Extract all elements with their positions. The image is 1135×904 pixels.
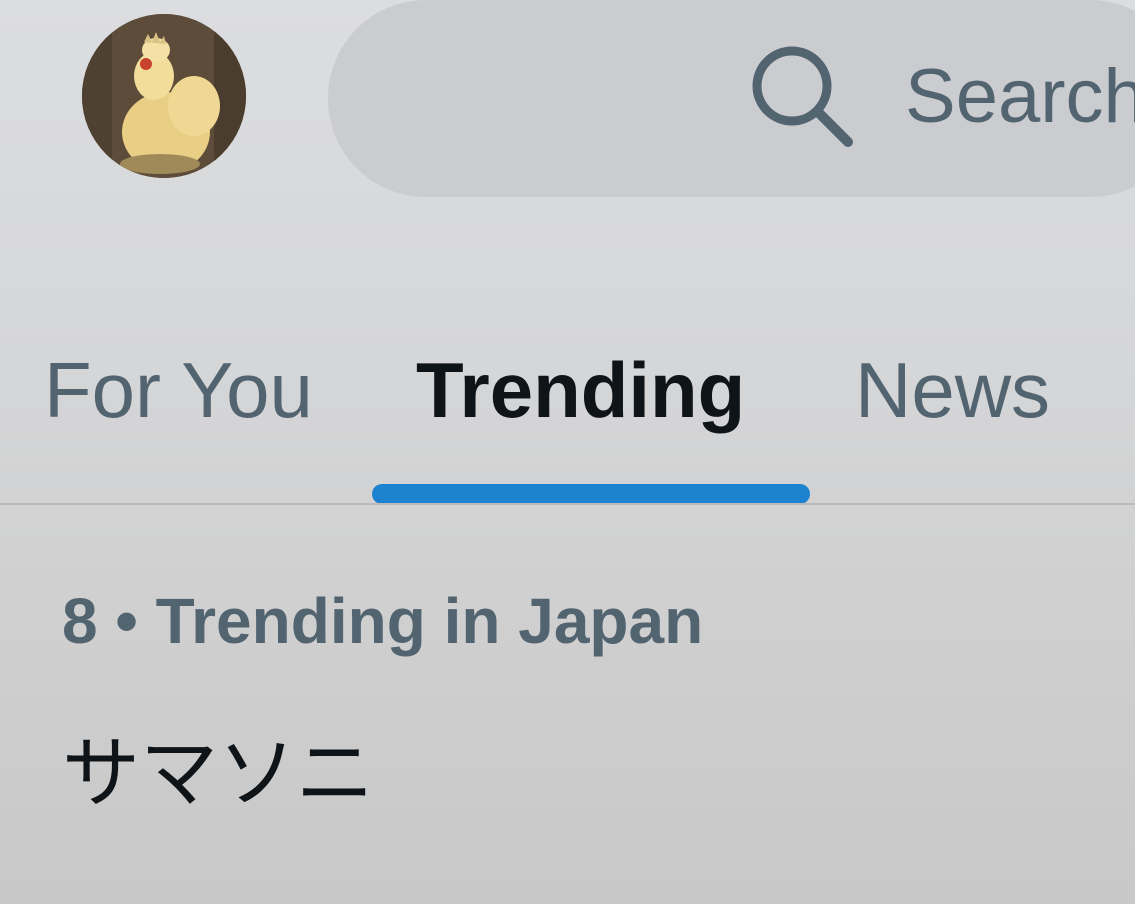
- search-bar[interactable]: Search: [328, 0, 1135, 197]
- tab-bar: For You Trending News: [0, 320, 1135, 504]
- tab-news[interactable]: News: [855, 344, 1050, 436]
- search-placeholder: Search: [905, 54, 1135, 139]
- trend-title: サマソニ: [62, 729, 375, 817]
- tab-trending[interactable]: Trending: [416, 344, 745, 436]
- tab-for-you[interactable]: For You: [44, 344, 313, 436]
- profile-avatar[interactable]: [82, 14, 246, 178]
- rooster-avatar-icon: [82, 14, 246, 178]
- active-tab-indicator: [372, 484, 810, 504]
- trend-item[interactable]: 8 • Trending in Japan サマソニ: [0, 505, 1135, 904]
- search-icon: [748, 42, 854, 148]
- trend-meta: 8 • Trending in Japan: [62, 585, 704, 657]
